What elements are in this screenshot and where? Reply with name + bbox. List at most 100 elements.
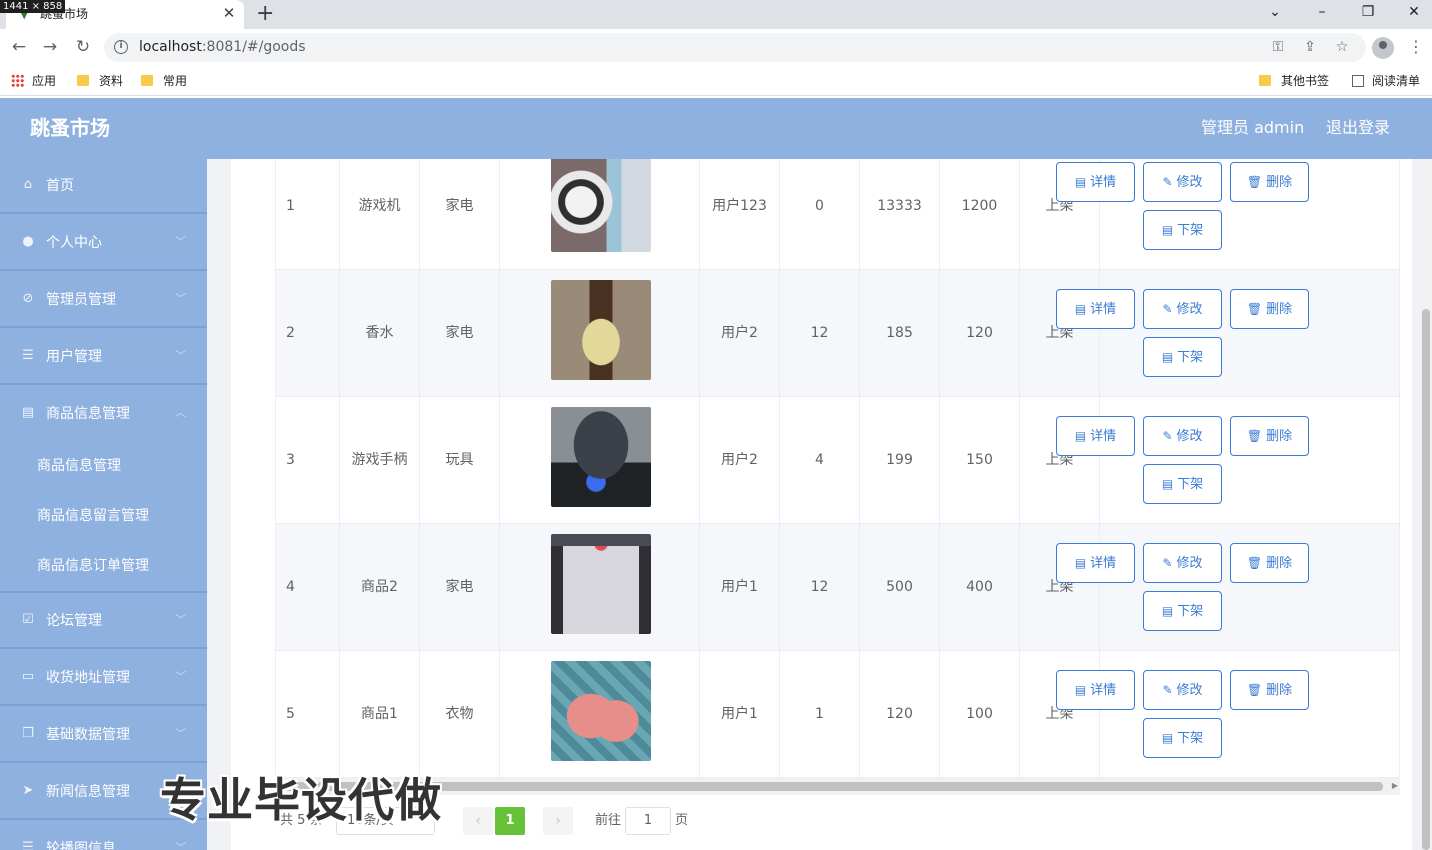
unlist-button[interactable]: ▤ 下架 — [1143, 210, 1222, 250]
next-page-button[interactable]: › — [543, 807, 573, 835]
vertical-scrollbar-thumb[interactable] — [1422, 309, 1430, 850]
sidebar-item-admin-management[interactable]: ⊘ 管理员管理 ﹀ — [0, 273, 207, 328]
index-cell: 5 — [276, 651, 340, 778]
close-tab-icon[interactable]: ✕ — [220, 4, 238, 22]
sidebar-item-personal-center[interactable]: ● 个人中心 ﹀ — [0, 216, 207, 271]
bookmark-other[interactable]: 其他书签 — [1259, 73, 1329, 89]
delete-button[interactable]: 🗑 删除 — [1230, 543, 1309, 583]
delete-button[interactable]: 🗑 删除 — [1230, 162, 1309, 202]
edit-button[interactable]: ✎ 修改 — [1143, 416, 1222, 456]
delete-button[interactable]: 🗑 删除 — [1230, 670, 1309, 710]
unlist-button[interactable]: ▤ 下架 — [1143, 591, 1222, 631]
sidebar-item-label: 个人中心 — [46, 235, 102, 251]
new-tab-icon[interactable]: + — [256, 1, 274, 27]
scroll-right-icon[interactable]: ▶ — [1392, 781, 1398, 791]
price-cell: 150 — [940, 397, 1020, 524]
detail-button-label: 详情 — [1090, 175, 1117, 190]
restore-icon[interactable]: ❐ — [1358, 2, 1378, 22]
send-icon: ➤ — [22, 783, 34, 798]
tab-search-icon[interactable]: ⌄ — [1265, 2, 1285, 22]
bookmark-folder-ziliao[interactable]: 资料 — [77, 73, 123, 89]
browser-toolbar: ← → ↻ i localhost:8081/#/goods ⚿ ⇪ ☆ ⋮ — [0, 29, 1432, 66]
sidebar-item-goods-management[interactable]: ▤ 商品信息管理 ︿ 商品信息管理 商品信息留言管理 商品信息订单管理 — [0, 387, 207, 593]
sidebar-item-user-management[interactable]: ☰ 用户管理 ﹀ — [0, 330, 207, 385]
sidebar-item-base-data-management[interactable]: ❐ 基础数据管理 ﹀ — [0, 708, 207, 763]
vertical-scrollbar[interactable] — [1420, 159, 1432, 850]
delete-button[interactable]: 🗑 删除 — [1230, 416, 1309, 456]
logout-link[interactable]: 退出登录 — [1326, 118, 1390, 138]
sidebar-item-label: 用户管理 — [46, 349, 102, 365]
share-icon[interactable]: ⇪ — [1301, 38, 1319, 56]
detail-button-label: 详情 — [1090, 302, 1117, 317]
bookmark-reading-list[interactable]: 阅读清单 — [1352, 73, 1420, 89]
trash-icon: 🗑 — [1246, 175, 1263, 189]
unlist-button[interactable]: ▤ 下架 — [1143, 337, 1222, 377]
apps-grid-icon — [11, 74, 24, 87]
unlist-button[interactable]: ▤ 下架 — [1143, 718, 1222, 758]
unlist-button[interactable]: ▤ 下架 — [1143, 464, 1222, 504]
unlist-button-label: 下架 — [1177, 350, 1204, 365]
sidebar-item-forum-management[interactable]: ☑ 论坛管理 ﹀ — [0, 594, 207, 649]
forward-icon[interactable]: → — [40, 37, 60, 57]
list-icon: ☰ — [22, 348, 34, 363]
profile-avatar[interactable] — [1372, 37, 1394, 59]
sidebar-item-label: 轮播图信息 — [46, 841, 116, 850]
gamepad-image — [551, 407, 651, 507]
edit-button[interactable]: ✎ 修改 — [1143, 162, 1222, 202]
stock-cell: 0 — [780, 159, 860, 270]
bookmark-apps[interactable]: 应用 — [11, 73, 56, 89]
price-cell: 100 — [940, 651, 1020, 778]
delete-button-label: 删除 — [1266, 429, 1293, 444]
content-card: 1 游戏机 家电 用户123 0 13333 1200 上架 ▤ 详情 ✎ 修改 🗑 删除 ▤ 下架 2 香水 家电… — [231, 159, 1412, 850]
edit-button-label: 修改 — [1176, 175, 1203, 190]
edit-button[interactable]: ✎ 修改 — [1143, 670, 1222, 710]
sidebar-subitem-goods-comments[interactable]: 商品信息留言管理 — [0, 491, 207, 541]
stock-cell: 12 — [780, 524, 860, 651]
main-content: 1 游戏机 家电 用户123 0 13333 1200 上架 ▤ 详情 ✎ 修改 🗑 删除 ▤ 下架 2 香水 家电… — [207, 159, 1432, 850]
pencil-icon: ✎ — [1162, 429, 1173, 443]
sidebar-item-address-management[interactable]: ▭ 收货地址管理 ﹀ — [0, 651, 207, 706]
horizontal-scrollbar[interactable]: ▶ — [275, 778, 1400, 795]
delete-button[interactable]: 🗑 删除 — [1230, 289, 1309, 329]
pencil-icon: ✎ — [1162, 683, 1173, 697]
document-icon: ▤ — [1161, 350, 1174, 364]
edit-button[interactable]: ✎ 修改 — [1143, 289, 1222, 329]
detail-button[interactable]: ▤ 详情 — [1056, 670, 1135, 710]
detail-button[interactable]: ▤ 详情 — [1056, 289, 1135, 329]
key-icon[interactable]: ⚿ — [1269, 38, 1287, 56]
document-icon: ▤ — [1161, 223, 1174, 237]
price-cell: 400 — [940, 524, 1020, 651]
goto-page-input[interactable]: 1 — [625, 807, 671, 835]
folder-icon — [141, 75, 153, 86]
bookmark-folder-changyong[interactable]: 常用 — [141, 73, 187, 89]
sidebar-item-label: 论坛管理 — [46, 613, 102, 629]
browser-menu-icon[interactable]: ⋮ — [1408, 37, 1424, 57]
app-title: 跳蚤市场 — [30, 116, 110, 140]
game-console-image — [551, 159, 651, 252]
sidebar-subitem-goods-orders[interactable]: 商品信息订单管理 — [0, 541, 207, 591]
document-icon: ▤ — [1161, 731, 1174, 745]
address-bar[interactable]: i localhost:8081/#/goods ⚿ ⇪ ☆ — [104, 33, 1366, 62]
star-icon[interactable]: ☆ — [1333, 38, 1351, 56]
index-cell: 2 — [276, 270, 340, 397]
detail-button[interactable]: ▤ 详情 — [1056, 162, 1135, 202]
detail-button[interactable]: ▤ 详情 — [1056, 543, 1135, 583]
prev-page-button[interactable]: ‹ — [463, 807, 493, 835]
detail-button-label: 详情 — [1090, 556, 1117, 571]
page-number-1[interactable]: 1 — [495, 807, 525, 835]
site-info-icon[interactable]: i — [114, 40, 128, 54]
sidebar-subitem-goods[interactable]: 商品信息管理 — [0, 441, 207, 491]
edit-button[interactable]: ✎ 修改 — [1143, 543, 1222, 583]
close-window-icon[interactable]: ✕ — [1404, 2, 1424, 22]
edit-button-label: 修改 — [1176, 556, 1203, 571]
name-cell: 游戏手柄 — [340, 397, 420, 524]
reload-icon[interactable]: ↻ — [73, 37, 93, 57]
sidebar-item-home[interactable]: ⌂ 首页 — [0, 159, 207, 214]
chevron-down-icon: ﹀ — [175, 670, 186, 683]
price-cell: 120 — [940, 270, 1020, 397]
back-icon[interactable]: ← — [9, 37, 29, 57]
pencil-icon: ✎ — [1162, 302, 1173, 316]
detail-button[interactable]: ▤ 详情 — [1056, 416, 1135, 456]
minimize-icon[interactable]: – — [1312, 2, 1332, 22]
sidebar-subitem-label: 商品信息管理 — [37, 458, 121, 474]
